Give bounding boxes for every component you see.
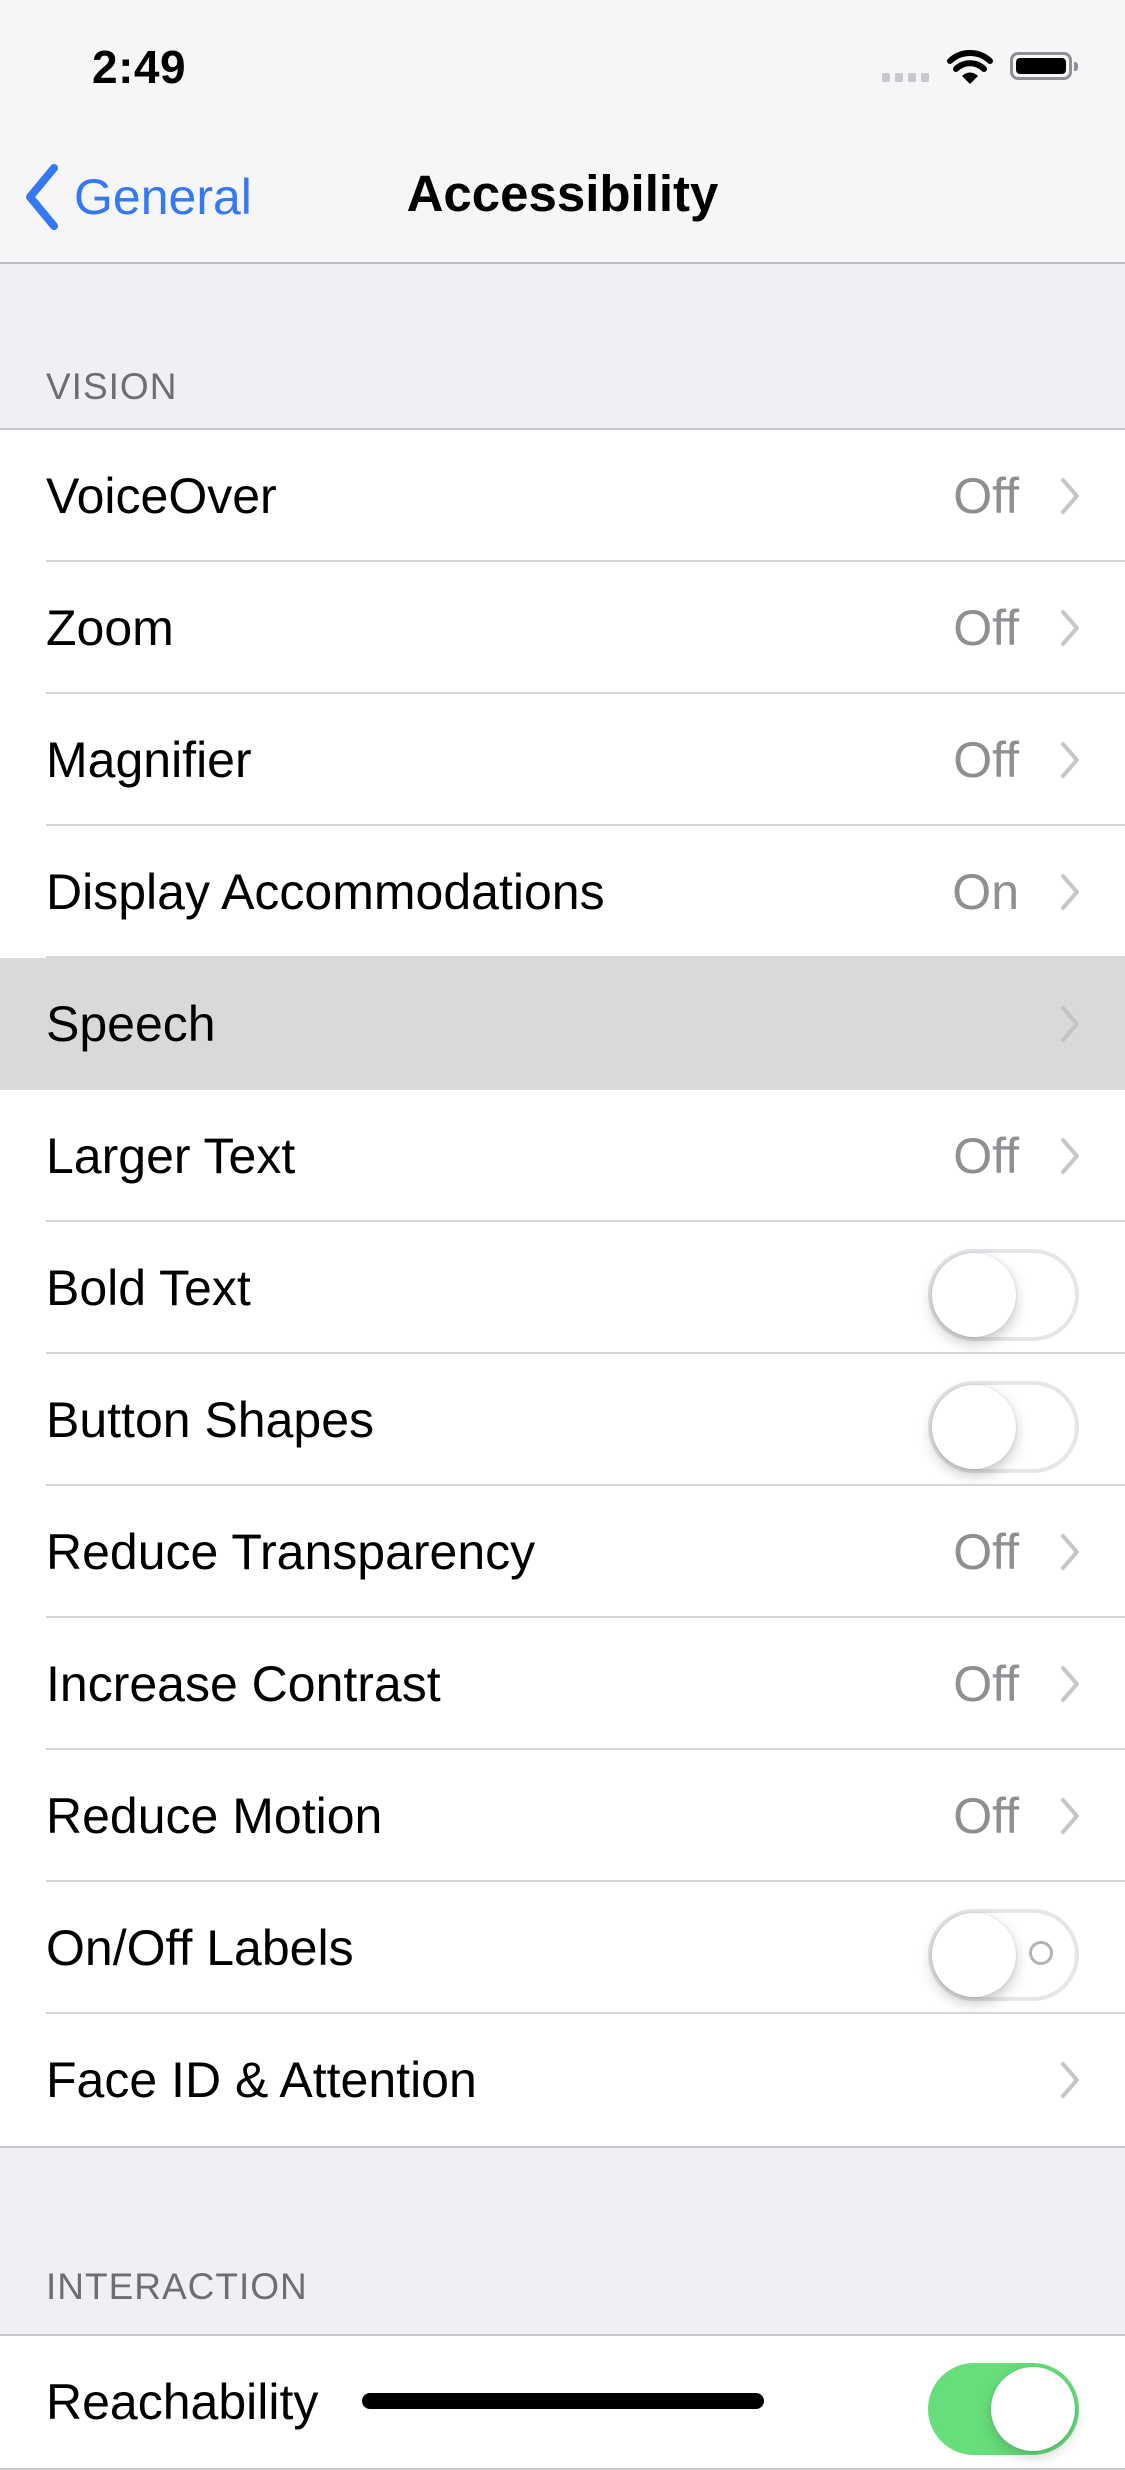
battery-full-icon: [1010, 52, 1078, 80]
chevron-right-icon: [1061, 1534, 1079, 1570]
row-value: Off: [953, 1128, 1019, 1184]
settings-row-reduce-transparency[interactable]: Reduce Transparency Off: [0, 1486, 1125, 1618]
toggle-knob: [991, 2367, 1075, 2451]
chevron-right-icon: [1061, 1666, 1079, 1702]
settings-row-face-id-and-attention[interactable]: Face ID & Attention: [0, 2014, 1125, 2146]
chevron-right-icon: [1061, 742, 1079, 778]
row-value: Off: [953, 600, 1019, 656]
row-value: Off: [953, 1656, 1019, 1712]
row-label: Face ID & Attention: [46, 2052, 477, 2108]
row-label: On/Off Labels: [46, 1920, 354, 1976]
row-value: Off: [953, 732, 1019, 788]
section-header-vision: VISION: [46, 366, 178, 407]
status-bar: 2:49: [0, 0, 1125, 132]
toggle-switch-on-off-labels[interactable]: [928, 1909, 1079, 2001]
row-label: Reachability: [46, 2374, 319, 2430]
chevron-right-icon: [1061, 478, 1079, 514]
chevron-right-icon: [1061, 1138, 1079, 1174]
settings-row-on-off-labels[interactable]: On/Off Labels: [0, 1882, 1125, 2014]
chevron-right-icon: [1061, 1006, 1079, 1042]
settings-row-voiceover[interactable]: VoiceOver Off: [0, 430, 1125, 562]
toggle-switch-bold-text[interactable]: [928, 1249, 1079, 1341]
page-title: Accessibility: [406, 165, 719, 222]
no-signal-dots-icon: [882, 73, 929, 82]
row-value: Off: [953, 1788, 1019, 1844]
off-label-ring-icon: [1029, 1941, 1053, 1965]
row-label: Zoom: [46, 600, 174, 656]
toggle-knob: [932, 1253, 1016, 1337]
settings-row-button-shapes[interactable]: Button Shapes: [0, 1354, 1125, 1486]
vision-settings-group: VoiceOver Off Zoom Off Magnifier Off Display A…: [0, 428, 1125, 2148]
row-label: Increase Contrast: [46, 1656, 441, 1712]
status-time: 2:49: [92, 41, 187, 93]
row-label: Reduce Motion: [46, 1788, 383, 1844]
toggle-knob: [932, 1913, 1016, 1997]
row-value: On: [952, 864, 1019, 920]
settings-row-reduce-motion[interactable]: Reduce Motion Off: [0, 1750, 1125, 1882]
row-label: Reduce Transparency: [46, 1524, 536, 1580]
row-label: Bold Text: [46, 1260, 251, 1316]
toggle-switch-reachability[interactable]: [928, 2363, 1079, 2455]
settings-row-zoom[interactable]: Zoom Off: [0, 562, 1125, 694]
settings-row-increase-contrast[interactable]: Increase Contrast Off: [0, 1618, 1125, 1750]
row-value: Off: [953, 468, 1019, 524]
settings-row-larger-text[interactable]: Larger Text Off: [0, 1090, 1125, 1222]
toggle-switch-button-shapes[interactable]: [928, 1381, 1079, 1473]
settings-row-display-accommodations[interactable]: Display Accommodations On: [0, 826, 1125, 958]
row-label: Larger Text: [46, 1128, 296, 1184]
settings-row-bold-text[interactable]: Bold Text: [0, 1222, 1125, 1354]
chevron-right-icon: [1061, 610, 1079, 646]
section-header-interaction: INTERACTION: [46, 2266, 308, 2307]
row-value: Off: [953, 1524, 1019, 1580]
wifi-icon: [947, 50, 993, 84]
settings-row-magnifier[interactable]: Magnifier Off: [0, 694, 1125, 826]
toggle-knob: [932, 1385, 1016, 1469]
row-label: VoiceOver: [46, 468, 277, 524]
row-label: Magnifier: [46, 732, 252, 788]
chevron-right-icon: [1061, 1798, 1079, 1834]
row-label: Button Shapes: [46, 1392, 375, 1448]
row-label: Speech: [46, 996, 216, 1052]
navigation-bar: General Accessibility: [0, 132, 1125, 264]
chevron-right-icon: [1061, 2062, 1079, 2098]
settings-row-speech[interactable]: Speech: [0, 958, 1125, 1090]
row-label: Display Accommodations: [46, 864, 605, 920]
home-indicator[interactable]: [362, 2393, 764, 2409]
chevron-right-icon: [1061, 874, 1079, 910]
